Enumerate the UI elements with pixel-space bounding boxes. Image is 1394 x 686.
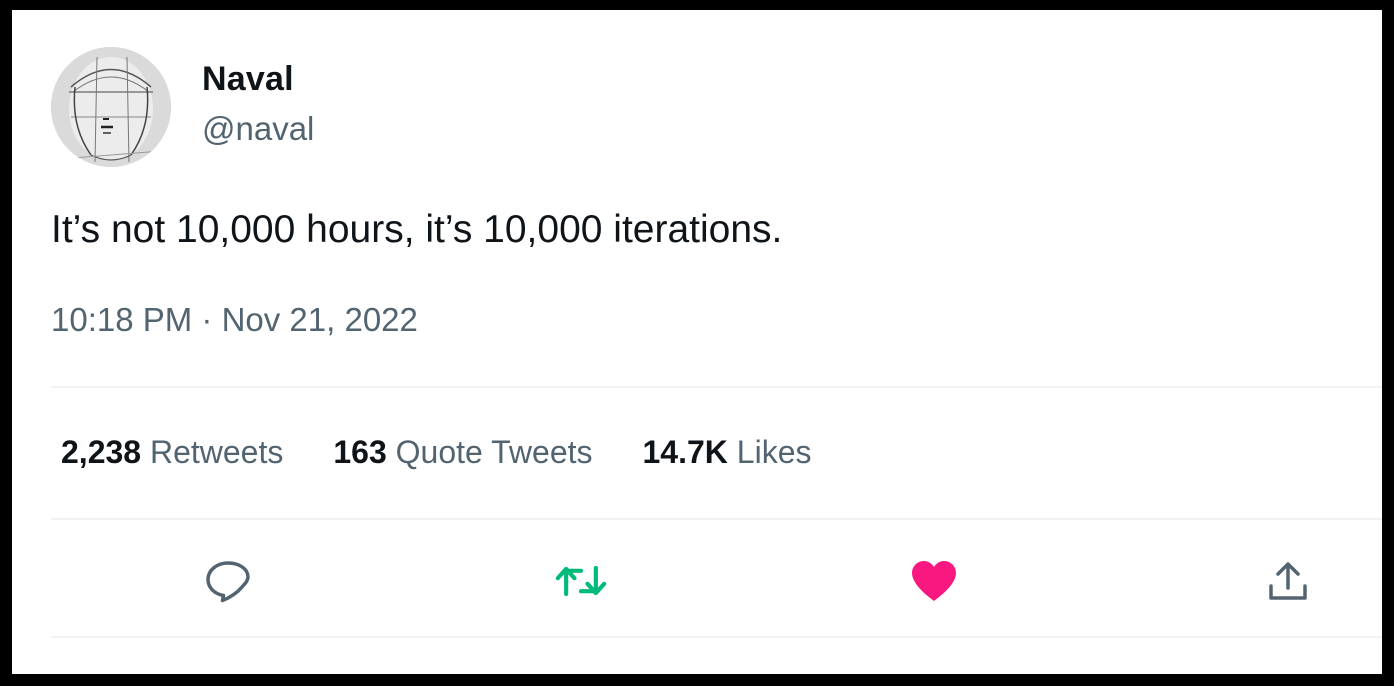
share-upload-icon	[1269, 562, 1307, 600]
divider	[51, 386, 1382, 388]
quote-tweets-label: Quote Tweets	[395, 434, 593, 470]
tweet-card: Naval @naval It’s not 10,000 hours, it’s…	[12, 10, 1382, 674]
tweet-timestamp[interactable]: 10:18 PM · Nov 21, 2022	[51, 301, 418, 339]
avatar[interactable]	[51, 47, 171, 167]
author-handle[interactable]: @naval	[202, 110, 314, 148]
like-button[interactable]	[908, 557, 960, 605]
divider	[51, 636, 1382, 638]
sketched-face-icon	[51, 47, 171, 167]
engagement-stats: 2,238 Retweets 163 Quote Tweets 14.7K Li…	[61, 434, 861, 471]
heart-icon	[912, 561, 956, 601]
likes-stat[interactable]: 14.7K Likes	[643, 434, 812, 471]
tweet-text: It’s not 10,000 hours, it’s 10,000 itera…	[51, 208, 783, 251]
retweet-arrows-icon	[555, 565, 607, 597]
retweets-count: 2,238	[61, 434, 142, 470]
retweets-stat[interactable]: 2,238 Retweets	[61, 434, 283, 471]
quote-tweets-stat[interactable]: 163 Quote Tweets	[333, 434, 592, 471]
likes-count: 14.7K	[642, 434, 728, 470]
author-display-name[interactable]: Naval	[202, 60, 294, 99]
divider	[51, 518, 1382, 520]
speech-bubble-icon	[206, 561, 250, 603]
reply-button[interactable]	[202, 557, 254, 605]
quote-tweets-count: 163	[333, 434, 387, 470]
retweets-label: Retweets	[149, 434, 284, 470]
retweet-button[interactable]	[555, 557, 607, 605]
likes-label: Likes	[736, 434, 812, 470]
share-button[interactable]	[1262, 557, 1314, 605]
